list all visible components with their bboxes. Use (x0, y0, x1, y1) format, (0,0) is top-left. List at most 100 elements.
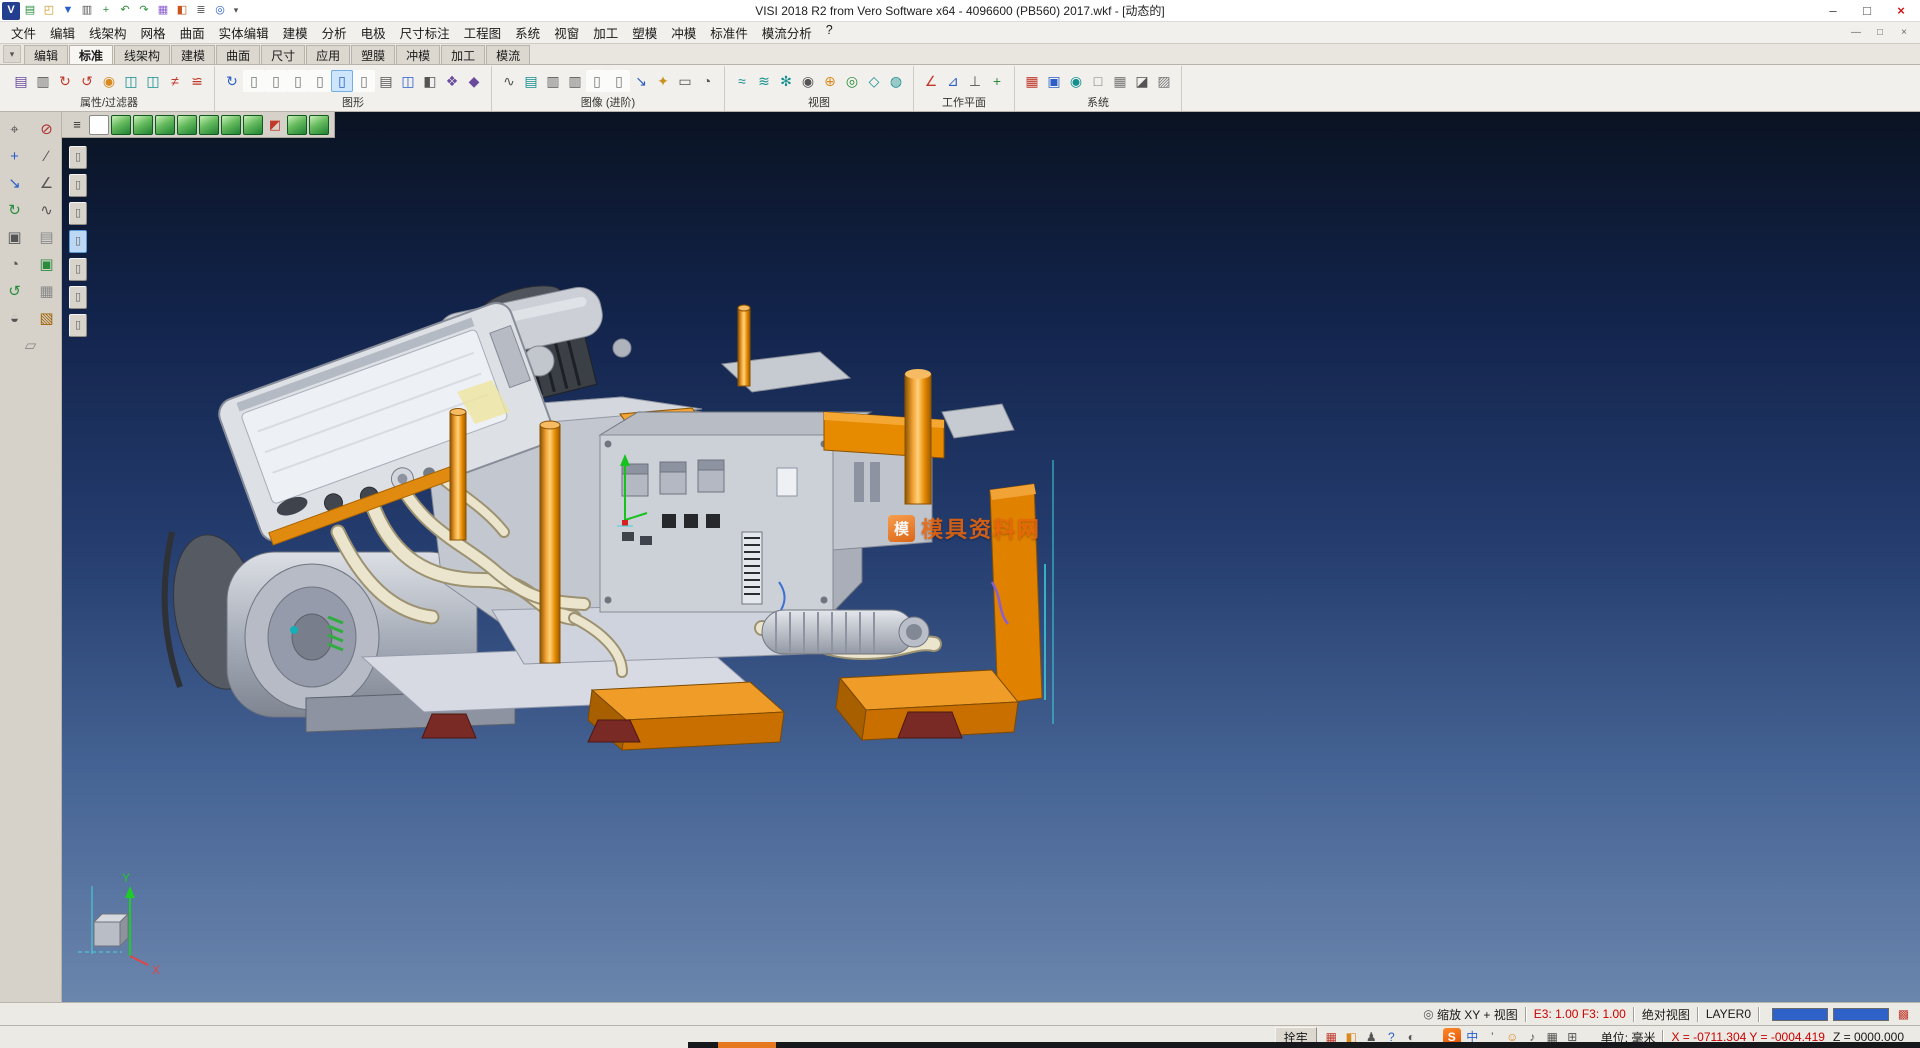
ribbon-tab-标准[interactable]: 标准 (69, 45, 113, 64)
ribbon-tab-线架构[interactable]: 线架构 (114, 45, 170, 64)
left-view-icon[interactable] (199, 115, 219, 135)
film2-icon[interactable]: ▥ (564, 70, 586, 92)
select-icon[interactable]: ⌖ (3, 118, 27, 140)
diamond-icon[interactable]: ❖ (441, 70, 463, 92)
extend-icon[interactable]: ↘ (3, 172, 27, 194)
menu-item-冲模[interactable]: 冲模 (664, 21, 703, 44)
move-icon[interactable]: + (3, 145, 27, 167)
filter-strip-icon[interactable]: ▯ (69, 174, 87, 197)
mdi-minimize-button[interactable]: — (1844, 24, 1868, 42)
ribbon-tab-编辑[interactable]: 编辑 (24, 45, 68, 64)
new-file-icon[interactable]: ▤ (21, 2, 39, 20)
menu-item-文件[interactable]: 文件 (4, 21, 43, 44)
quick-access-dropdown-icon[interactable]: ▾ (229, 2, 243, 20)
menu-item-标准件[interactable]: 标准件 (703, 21, 755, 44)
tab-dropdown-icon[interactable]: ▾ (3, 45, 21, 63)
target-icon[interactable]: ⊕ (819, 70, 841, 92)
solid-icon[interactable]: ◆ (463, 70, 485, 92)
ribbon-tab-加工[interactable]: 加工 (441, 45, 485, 64)
properties-icon[interactable]: ▥ (32, 70, 54, 92)
sheet-icon[interactable]: ▱ (19, 334, 43, 356)
trim-icon[interactable]: ⊘ (35, 118, 59, 140)
wire-icon[interactable]: ∿ (498, 70, 520, 92)
ribbon-tab-尺寸[interactable]: 尺寸 (261, 45, 305, 64)
bar-icon[interactable]: ▯ (586, 70, 608, 92)
mdi-close-button[interactable]: × (1892, 24, 1916, 42)
grid-icon[interactable]: ▦ (35, 280, 59, 302)
filter-strip-icon[interactable]: ▯ (69, 258, 87, 281)
menu-item-?[interactable]: ? (819, 21, 840, 44)
layers-icon[interactable]: ▤ (35, 226, 59, 248)
menu-item-电极[interactable]: 电极 (354, 21, 393, 44)
half-icon[interactable]: ◧ (419, 70, 441, 92)
menu-item-系统[interactable]: 系统 (508, 21, 547, 44)
menu-item-塑模[interactable]: 塑模 (625, 21, 664, 44)
arc-icon[interactable]: ◔ (3, 253, 27, 275)
table-icon[interactable]: ▤ (375, 70, 397, 92)
grid2-icon[interactable]: ▦ (1109, 70, 1131, 92)
perpendicular-icon[interactable]: ⊥ (964, 70, 986, 92)
ribbon-tab-塑膜[interactable]: 塑膜 (351, 45, 395, 64)
hatch-icon[interactable]: ▧ (35, 307, 59, 329)
filter-strip-icon[interactable]: ▯ (69, 202, 87, 225)
bar-icon[interactable]: ▯ (608, 70, 630, 92)
target-icon[interactable]: ◎ (211, 2, 229, 20)
grid-icon[interactable]: ▦ (154, 2, 172, 20)
undo-icon[interactable]: ↺ (3, 280, 27, 302)
front-view-icon[interactable] (155, 115, 175, 135)
zoom-check-icon[interactable]: ◉ (797, 70, 819, 92)
taskbar-app-sliver[interactable] (718, 1042, 776, 1048)
layer-button[interactable]: LAYER0 (1706, 1007, 1751, 1021)
waves-icon[interactable]: ≋ (753, 70, 775, 92)
axonometric-view-icon[interactable] (287, 115, 307, 135)
swap-icon[interactable]: ↻ (54, 70, 76, 92)
view-menu-icon[interactable]: ≡ (67, 115, 87, 135)
exclude-icon[interactable]: ≠ (164, 70, 186, 92)
filter-strip-icon[interactable]: ▯ (69, 286, 87, 309)
iso-view-icon[interactable] (111, 115, 131, 135)
add-icon[interactable]: + (97, 2, 115, 20)
menu-item-曲面[interactable]: 曲面 (173, 21, 212, 44)
bar-icon[interactable]: ▯ (353, 70, 375, 92)
film-icon[interactable]: ▥ (542, 70, 564, 92)
mdi-restore-button[interactable]: □ (1868, 24, 1892, 42)
close-button[interactable]: × (1884, 0, 1918, 21)
arrow-icon[interactable]: ↘ (630, 70, 652, 92)
dimetric-view-icon[interactable] (309, 115, 329, 135)
menu-item-加工[interactable]: 加工 (586, 21, 625, 44)
bottom-view-icon[interactable] (243, 115, 263, 135)
undo-icon[interactable]: ↶ (116, 2, 134, 20)
equal-icon[interactable]: ≌ (186, 70, 208, 92)
model-right-assembly[interactable] (824, 369, 1053, 724)
mirror-icon[interactable]: ◒ (3, 307, 27, 329)
match-icon[interactable]: ◫ (142, 70, 164, 92)
shade-icon[interactable]: ▤ (520, 70, 542, 92)
sphere-icon[interactable]: ◍ (885, 70, 907, 92)
menu-item-建模[interactable]: 建模 (276, 21, 315, 44)
gem-icon[interactable]: ◇ (863, 70, 885, 92)
attributes-icon[interactable]: ▤ (10, 70, 32, 92)
save-icon[interactable]: ▼ (59, 2, 77, 20)
snow-icon[interactable]: ✻ (775, 70, 797, 92)
3d-model[interactable] (62, 112, 1920, 1002)
blank-view-icon[interactable] (89, 115, 109, 135)
visi-logo[interactable]: V (2, 2, 20, 20)
copy-icon[interactable]: ▣ (3, 226, 27, 248)
menu-item-实体编辑[interactable]: 实体编辑 (212, 21, 276, 44)
ribbon-tab-冲模[interactable]: 冲模 (396, 45, 440, 64)
bar-icon[interactable]: ▯ (243, 70, 265, 92)
status-mini-icon[interactable]: ▩ (1895, 1006, 1912, 1023)
rotate-icon[interactable]: ↻ (3, 199, 27, 221)
ribbon-tab-应用[interactable]: 应用 (306, 45, 350, 64)
filter-strip-active-icon[interactable]: ▯ (69, 230, 87, 253)
menu-item-分析[interactable]: 分析 (315, 21, 354, 44)
back-view-icon[interactable] (221, 115, 241, 135)
open-file-icon[interactable]: ◰ (40, 2, 58, 20)
filter-strip-icon[interactable]: ▯ (69, 314, 87, 337)
clip-icon[interactable]: ◔ (696, 70, 718, 92)
wave-icon[interactable]: ≈ (731, 70, 753, 92)
menu-item-网格[interactable]: 网格 (134, 21, 173, 44)
menu-item-编辑[interactable]: 编辑 (43, 21, 82, 44)
ribbon-tab-建模[interactable]: 建模 (171, 45, 215, 64)
bar-icon[interactable]: ▯ (265, 70, 287, 92)
